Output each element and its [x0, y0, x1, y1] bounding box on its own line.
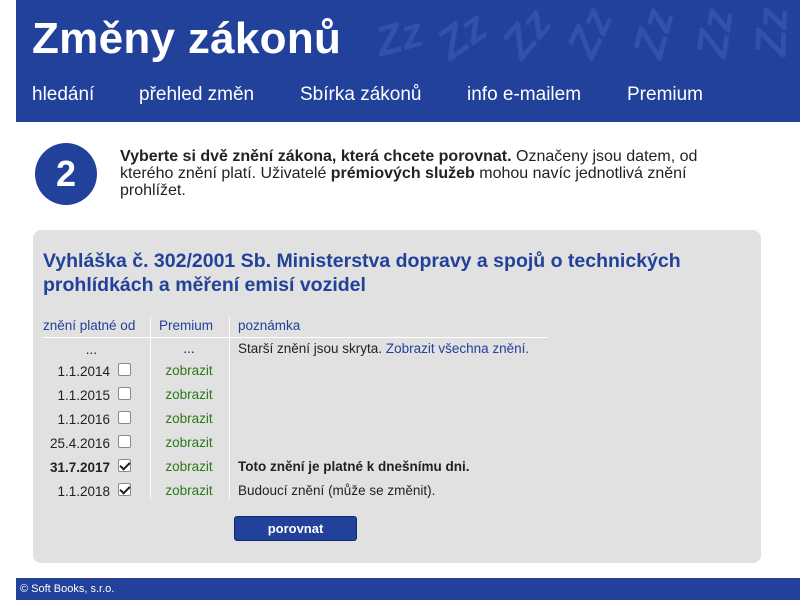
document-title: Vyhláška č. 302/2001 Sb. Ministerstva do…: [43, 250, 681, 296]
site-title[interactable]: Změny zákonů: [32, 14, 341, 64]
premium-view-link[interactable]: zobrazit: [149, 435, 229, 450]
version-row: 1.1.2015 zobrazit: [33, 384, 761, 408]
premium-view-link[interactable]: zobrazit: [149, 411, 229, 426]
site-header: Změny zákonů Zz Zz Zz Zz Zz Zz Zz hledán…: [16, 0, 800, 122]
intro-bold-2: prémiových služeb: [330, 165, 475, 182]
svg-text:Zz: Zz: [370, 8, 428, 66]
intro-bold-1: Vyberte si dvě znění zákona, která chcet…: [120, 148, 512, 165]
nav-changes-overview[interactable]: přehled změn: [139, 84, 254, 106]
version-date: 25.4.2016: [49, 436, 110, 451]
version-date: 31.7.2017: [49, 460, 110, 475]
version-row: 25.4.2016 zobrazit: [33, 432, 761, 456]
column-header-valid-from: znění platné od: [43, 318, 136, 333]
svg-text:Zz: Zz: [557, 8, 623, 67]
hidden-versions-row: ... ... Starší znění jsou skryta. Zobraz…: [33, 338, 761, 362]
note-cell: Starší znění jsou skryta. Zobrazit všech…: [238, 341, 529, 356]
version-date: ...: [85, 342, 97, 357]
version-checkbox[interactable]: [118, 387, 131, 400]
column-header-premium: Premium: [159, 318, 214, 333]
compare-button[interactable]: porovnat: [234, 516, 357, 541]
nav-email-info[interactable]: info e-mailem: [467, 84, 581, 106]
version-selection-panel: Vyhláška č. 302/2001 Sb. Ministerstva do…: [33, 230, 761, 563]
version-row-future: 1.1.2018 zobrazit Budoucí znění (může se…: [33, 480, 761, 504]
step-number-badge: 2: [35, 143, 97, 205]
column-header-note: poznámka: [238, 318, 301, 333]
version-checkbox[interactable]: [118, 411, 131, 424]
premium-view-link[interactable]: zobrazit: [149, 387, 229, 402]
show-all-versions-link[interactable]: Zobrazit všechna znění.: [386, 341, 529, 356]
svg-text:Zz: Zz: [491, 8, 561, 68]
version-checkbox[interactable]: [118, 459, 131, 472]
site-footer: © Soft Books, s.r.o.: [16, 578, 800, 600]
note-cell: Toto znění je platné k dnešnímu dni.: [238, 459, 470, 474]
version-checkbox[interactable]: [118, 483, 131, 496]
note-cell: Budoucí znění (může se změnit).: [238, 483, 436, 498]
hidden-versions-text: Starší znění jsou skryta.: [238, 341, 383, 356]
premium-view-link[interactable]: zobrazit: [149, 459, 229, 474]
svg-text:Zz: Zz: [687, 8, 743, 63]
nav-search[interactable]: hledání: [32, 84, 94, 106]
nav-premium[interactable]: Premium: [627, 84, 703, 106]
zz-decoration: Zz Zz Zz Zz Zz Zz Zz: [370, 8, 798, 68]
version-row-current: 31.7.2017 zobrazit Toto znění je platné …: [33, 456, 761, 480]
version-row: 1.1.2016 zobrazit: [33, 408, 761, 432]
version-checkbox[interactable]: [118, 363, 131, 376]
svg-text:Zz: Zz: [623, 8, 684, 65]
premium-view-link[interactable]: zobrazit: [149, 483, 229, 498]
svg-text:Zz: Zz: [746, 8, 797, 59]
premium-cell: ...: [183, 341, 195, 356]
version-date: 1.1.2016: [57, 412, 110, 427]
version-checkbox[interactable]: [118, 435, 131, 448]
premium-view-link[interactable]: zobrazit: [149, 363, 229, 378]
svg-text:Zz: Zz: [426, 8, 496, 68]
version-date: 1.1.2014: [57, 364, 110, 379]
version-row: 1.1.2014 zobrazit: [33, 360, 761, 384]
nav-law-collection[interactable]: Sbírka zákonů: [300, 84, 421, 106]
step-instructions: Vyberte si dvě znění zákona, která chcet…: [120, 148, 740, 199]
version-date: 1.1.2018: [57, 484, 110, 499]
version-date: 1.1.2015: [57, 388, 110, 403]
